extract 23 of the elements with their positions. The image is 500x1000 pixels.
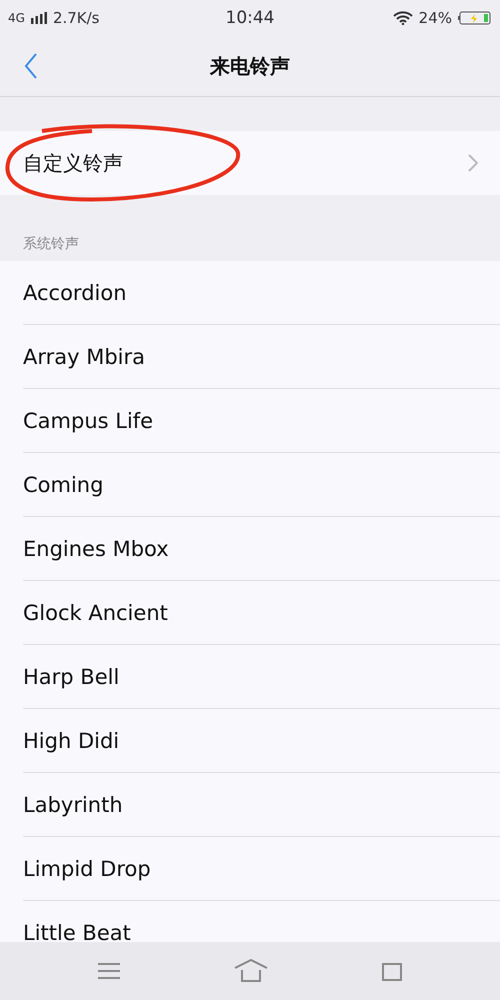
battery-percent: 24% <box>418 9 452 27</box>
network-type: 4G <box>8 11 25 25</box>
back-icon <box>24 53 38 79</box>
ringtone-item[interactable]: High Didi <box>23 709 500 773</box>
ringtone-item[interactable]: Engines Mbox <box>23 517 500 581</box>
clock-time: 10:44 <box>226 8 274 28</box>
row-label: 自定义铃声 <box>23 150 123 176</box>
ringtone-item[interactable]: Array Mbira <box>23 325 500 389</box>
custom-ringtone-row[interactable]: 自定义铃声 <box>0 131 500 195</box>
ringtone-item[interactable]: Limpid Drop <box>23 837 500 901</box>
ringtone-item[interactable]: Accordion <box>23 261 500 325</box>
ringtone-item[interactable]: Harp Bell <box>23 645 500 709</box>
ringtone-item[interactable]: Labyrinth <box>23 773 500 837</box>
signal-icon <box>30 12 47 24</box>
battery-icon <box>458 11 492 25</box>
chevron-icon <box>468 154 478 172</box>
ringtone-item[interactable]: Coming <box>23 453 500 517</box>
page-title: 来电铃声 <box>210 52 290 80</box>
section-title: 系统铃声 <box>23 235 79 253</box>
ringtone-item[interactable]: Campus Life <box>23 389 500 453</box>
network-speed: 2.7K/s <box>52 9 100 27</box>
wifi-icon <box>392 11 413 25</box>
ringtone-item[interactable]: Glock Ancient <box>23 581 500 645</box>
